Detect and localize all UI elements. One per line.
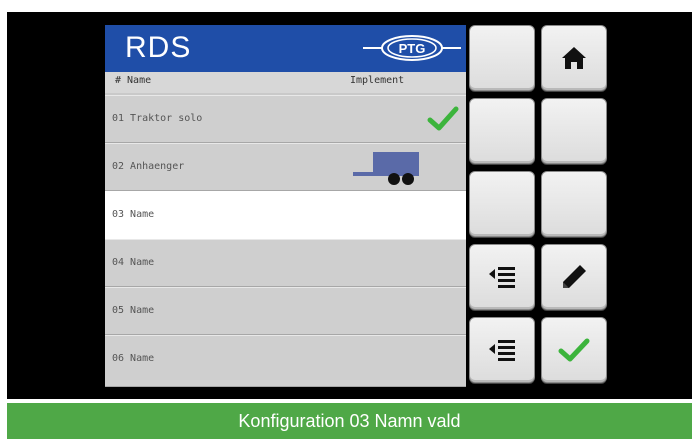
- confirm-button[interactable]: [541, 317, 607, 383]
- list-item-label: 01 Traktor solo: [112, 113, 203, 124]
- list-item-label: 04 Name: [112, 257, 155, 268]
- home-icon: [562, 47, 586, 69]
- list-item-label: 02 Anhaenger: [112, 161, 185, 172]
- list-up-icon: [489, 267, 515, 288]
- column-header: # Name Implement: [105, 72, 466, 93]
- status-text: Konfiguration 03 Namn vald: [238, 410, 461, 431]
- list-item[interactable]: 06 Name: [105, 335, 466, 387]
- list-item[interactable]: 02 Anhaenger: [105, 143, 466, 191]
- home-button[interactable]: [541, 25, 607, 91]
- ptg-logo: PTG: [363, 35, 461, 61]
- list-item-label: 05 Name: [112, 305, 155, 316]
- softkey-blank-2[interactable]: [469, 98, 535, 164]
- list-item[interactable]: 05 Name: [105, 287, 466, 335]
- pencil-icon: [563, 265, 586, 288]
- column-implement-label: Implement: [350, 75, 405, 86]
- column-name-label: # Name: [115, 75, 152, 86]
- edit-button[interactable]: [541, 244, 607, 310]
- list-item[interactable]: 01 Traktor solo: [105, 95, 466, 143]
- app-title: RDS: [125, 31, 192, 64]
- softkey-blank-4[interactable]: [469, 171, 535, 237]
- list-up-button[interactable]: [469, 244, 535, 310]
- checkmark-icon: [427, 106, 459, 131]
- list-item-label: 03 Name: [112, 209, 155, 220]
- list-item-selected[interactable]: 03 Name: [105, 191, 466, 239]
- implement-list-panel: RDS PTG # Name Implement 01 Traktor solo…: [105, 25, 466, 387]
- trailer-icon: [353, 152, 419, 185]
- softkey-blank-3[interactable]: [541, 98, 607, 164]
- checkmark-icon: [558, 338, 590, 362]
- list-down-icon: [489, 340, 515, 361]
- list-item-label: 06 Name: [112, 353, 155, 364]
- logo-text: PTG: [399, 41, 426, 56]
- status-bar: Konfiguration 03 Namn vald: [7, 403, 692, 439]
- softkey-blank-5[interactable]: [541, 171, 607, 237]
- app-header: RDS PTG # Name Implement: [105, 25, 466, 93]
- list-item[interactable]: 04 Name: [105, 239, 466, 287]
- list-down-button[interactable]: [469, 317, 535, 383]
- softkey-blank-1[interactable]: [469, 25, 535, 91]
